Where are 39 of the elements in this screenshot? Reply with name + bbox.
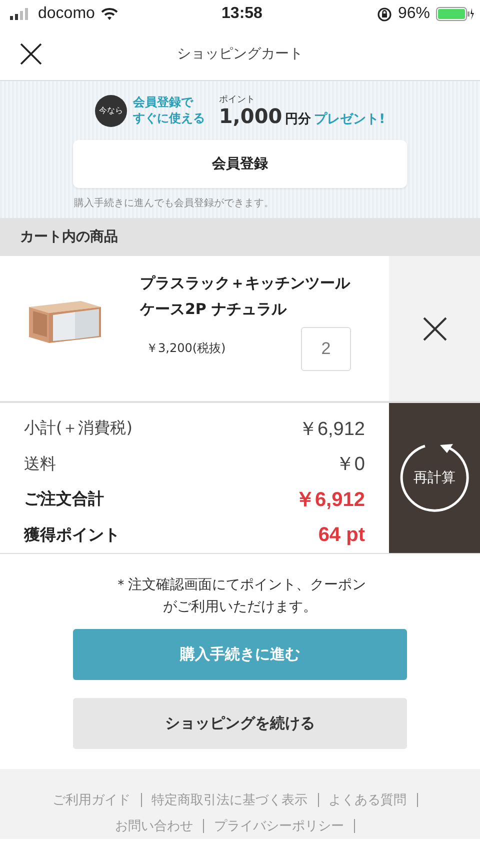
total-value: ￥6,912 bbox=[298, 418, 365, 442]
footer-link[interactable]: よくある質問 bbox=[328, 790, 406, 809]
points-label: ポイント bbox=[218, 94, 256, 106]
total-label: 獲得ポイント bbox=[24, 524, 120, 546]
page-title: ショッピングカート bbox=[177, 45, 303, 63]
points-amount: 1,000 bbox=[218, 106, 282, 126]
total-label: 送料 bbox=[24, 454, 56, 475]
footer-link[interactable]: お問い合わせ bbox=[115, 816, 193, 835]
rotation-lock-icon bbox=[376, 6, 392, 22]
recalculate-button[interactable]: 再計算 bbox=[389, 403, 480, 553]
close-icon[interactable] bbox=[20, 43, 42, 65]
total-value: 64 pt bbox=[318, 524, 365, 547]
battery-percent: 96% bbox=[398, 5, 430, 23]
carrier-name: docomo bbox=[38, 5, 95, 23]
coupon-notice: ＊注文確認画面にてポイント、クーポンがご利用いただけます。 bbox=[113, 576, 367, 618]
total-value: ￥6,912 bbox=[294, 488, 365, 514]
cross-icon bbox=[422, 316, 446, 340]
promo-text: すぐに使える bbox=[132, 110, 205, 126]
total-label: ご注文合計 bbox=[24, 489, 104, 510]
promo-present-text: プレゼント! bbox=[314, 110, 386, 128]
battery-icon bbox=[436, 7, 474, 21]
total-value: ￥0 bbox=[335, 453, 365, 478]
checkout-button[interactable]: 購入手続きに進む bbox=[73, 628, 407, 680]
footer-link[interactable]: 特定商取引法に基づく表示 bbox=[152, 790, 308, 809]
status-time: 13:58 bbox=[222, 5, 262, 23]
promo-badge: 今なら bbox=[94, 94, 127, 126]
continue-shopping-button[interactable]: ショッピングを続ける bbox=[73, 698, 407, 749]
footer-link[interactable]: プライバシーポリシー bbox=[214, 816, 344, 835]
product-price: ￥3,200(税抜) bbox=[145, 340, 226, 357]
total-label: 小計(＋消費税) bbox=[24, 418, 132, 440]
register-note: 購入手続きに進んでも会員登録ができます。 bbox=[74, 196, 274, 210]
promo-text: 会員登録で bbox=[132, 94, 194, 110]
register-button[interactable]: 会員登録 bbox=[73, 140, 407, 188]
footer-link[interactable]: ご利用ガイド bbox=[52, 790, 130, 809]
section-header: カート内の商品 bbox=[0, 218, 480, 256]
product-name[interactable]: プラスラック＋キッチンツールケース2P ナチュラル bbox=[140, 270, 362, 322]
points-unit: 円分 bbox=[285, 111, 312, 128]
wifi-icon bbox=[100, 8, 118, 20]
quantity-field[interactable]: 2 bbox=[301, 326, 351, 370]
